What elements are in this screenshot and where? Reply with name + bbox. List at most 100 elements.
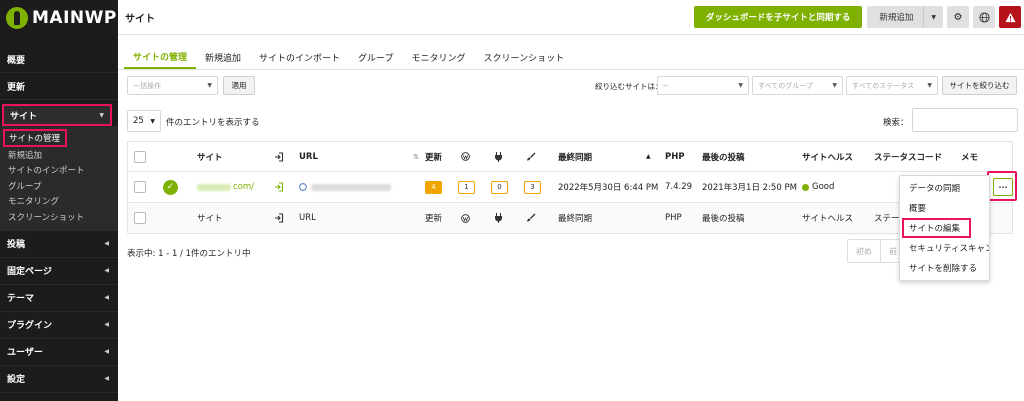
- row-actions-menu: データの同期 概要 サイトの編集 セキュリティスキャン サイトを削除する: [899, 175, 990, 281]
- submenu-monitoring[interactable]: モニタリング: [0, 194, 118, 210]
- sidebar-item-overview[interactable]: 概要: [0, 46, 118, 73]
- logo-text: MAINWP: [32, 8, 117, 28]
- site-health-value: Good: [812, 182, 835, 192]
- logo[interactable]: MAINWP: [0, 0, 118, 36]
- col-last-sync[interactable]: 最終同期: [558, 142, 592, 171]
- open-wp-admin-icon[interactable]: [274, 172, 284, 202]
- col-notes[interactable]: メモ: [961, 142, 978, 171]
- bulk-action-select[interactable]: 一括操作 ▼: [127, 76, 218, 95]
- tab-manage-sites[interactable]: サイトの管理: [124, 45, 197, 69]
- sidebar-item-label: 更新: [7, 82, 26, 93]
- select-all-checkbox[interactable]: [134, 150, 146, 163]
- col-url[interactable]: URL: [299, 142, 318, 171]
- menu-item-sync-data[interactable]: データの同期: [900, 178, 989, 198]
- add-new-button[interactable]: 新規追加 ▼: [867, 6, 943, 28]
- col-php-footer: PHP: [665, 213, 682, 223]
- bulk-action-placeholder: 一括操作: [133, 81, 161, 90]
- entries-info: 表示中: 1 - 1 / 1件のエントリ中: [127, 249, 251, 259]
- favicon-icon: [299, 183, 307, 191]
- entries-count-select[interactable]: 25 ▼: [127, 110, 161, 132]
- menu-item-overview[interactable]: 概要: [900, 198, 989, 218]
- topbar: サイト ダッシュボードを子サイトと同期する 新規追加 ▼ ⚙: [118, 0, 1024, 35]
- sidebar-item-plugins[interactable]: プラグイン ◀: [0, 312, 118, 339]
- sidebar-item-settings[interactable]: 設定 ◀: [0, 366, 118, 393]
- plug-icon: [494, 203, 503, 233]
- submenu-add-new[interactable]: 新規追加: [0, 147, 118, 163]
- sidebar-item-themes[interactable]: テーマ ◀: [0, 285, 118, 312]
- tab-add-new[interactable]: 新規追加: [196, 45, 250, 69]
- status-placeholder: すべてのステータス: [852, 81, 915, 90]
- col-status-code[interactable]: ステータスコード: [874, 142, 942, 171]
- groups-select[interactable]: すべてのグループ ▼: [752, 76, 843, 95]
- chevron-down-icon: ▼: [738, 82, 743, 89]
- updates-total-badge[interactable]: 4: [425, 180, 442, 194]
- sort-asc-icon[interactable]: ▲: [646, 142, 651, 171]
- sidebar-item-posts[interactable]: 投稿 ◀: [0, 231, 118, 258]
- table-row: ✓ com/ 4 1 0 3 2022年5月30日 6:44 PM 7.4.29…: [128, 172, 1013, 203]
- col-site[interactable]: サイト: [197, 142, 223, 171]
- submenu-groups[interactable]: グループ: [0, 178, 118, 194]
- check-icon: ✓: [163, 179, 178, 195]
- php-value: 7.4.29: [665, 182, 693, 192]
- table-footer: サイト URL 更新 最終同期 PHP 最後の投稿 サイトヘルス ステータスコー…: [128, 203, 1012, 233]
- col-php[interactable]: PHP: [665, 142, 685, 171]
- globe-icon[interactable]: [973, 6, 995, 28]
- sidebar: MAINWP 概要 更新 サイト ▼ サイトの管理 新規追加 サイトのインポート …: [0, 0, 118, 401]
- entries-bar: 25 ▼ 件のエントリを表示する 検索：: [118, 108, 1024, 132]
- menu-item-delete-site[interactable]: サイトを削除する: [900, 258, 989, 278]
- col-updates[interactable]: 更新: [425, 142, 442, 171]
- pager-first[interactable]: 初め: [848, 240, 881, 262]
- site-link[interactable]: com/: [197, 172, 254, 202]
- sidebar-item-pages[interactable]: 固定ページ ◀: [0, 258, 118, 285]
- site-url[interactable]: [299, 172, 391, 202]
- login-icon: [274, 142, 284, 171]
- submenu-manage-sites[interactable]: サイトの管理: [3, 129, 67, 147]
- col-site-health[interactable]: サイトヘルス: [802, 142, 853, 171]
- filter-sites-select[interactable]: -- ▼: [657, 76, 749, 95]
- theme-updates-badge[interactable]: 3: [524, 180, 541, 194]
- chevron-left-icon: ◀: [104, 240, 109, 247]
- menu-item-edit-site[interactable]: サイトの編集: [902, 218, 971, 238]
- apply-button[interactable]: 適用: [223, 76, 255, 95]
- sidebar-item-label: ユーザー: [7, 348, 43, 358]
- wp-updates-badge[interactable]: 1: [458, 180, 475, 194]
- sync-dashboard-button[interactable]: ダッシュボードを子サイトと同期する: [693, 6, 863, 28]
- tab-groups[interactable]: グループ: [349, 45, 402, 69]
- sidebar-item-updates[interactable]: 更新: [0, 73, 118, 100]
- sidebar-item-sites[interactable]: サイト ▼: [2, 104, 112, 126]
- wordpress-icon: [461, 142, 470, 171]
- select-all-checkbox-footer[interactable]: [134, 212, 146, 224]
- entries-count-value: 25: [133, 116, 144, 126]
- submenu-import-sites[interactable]: サイトのインポート: [0, 163, 118, 179]
- tabs: サイトの管理 新規追加 サイトのインポート グループ モニタリング スクリーンシ…: [118, 45, 1024, 70]
- chevron-down-icon: ▼: [207, 82, 212, 89]
- menu-item-security-scan[interactable]: セキュリティスキャン: [900, 238, 989, 258]
- gear-icon[interactable]: ⚙: [947, 6, 969, 28]
- col-site-health-footer: サイトヘルス: [802, 214, 854, 224]
- chevron-down-icon[interactable]: ▼: [923, 6, 943, 28]
- brush-icon: [526, 142, 536, 171]
- search-input[interactable]: [912, 108, 1018, 132]
- col-last-post-footer: 最後の投稿: [702, 214, 745, 224]
- chevron-left-icon: ◀: [104, 267, 109, 274]
- status-select[interactable]: すべてのステータス ▼: [846, 76, 938, 95]
- submenu-screenshots[interactable]: スクリーンショット: [0, 209, 118, 225]
- warning-icon[interactable]: [999, 6, 1021, 28]
- redacted-site-name: [197, 183, 231, 191]
- col-last-post[interactable]: 最後の投稿: [702, 142, 745, 171]
- health-dot-icon: [802, 183, 809, 191]
- sort-icon[interactable]: ⇅: [413, 153, 419, 161]
- tab-import-sites[interactable]: サイトのインポート: [250, 45, 349, 69]
- page-title: サイト: [125, 13, 155, 25]
- tab-screenshots[interactable]: スクリーンショット: [475, 45, 574, 69]
- filter-select-value: --: [663, 81, 669, 90]
- redacted-url: [311, 183, 391, 191]
- chevron-down-icon: ▼: [99, 111, 104, 119]
- plugin-updates-badge[interactable]: 0: [491, 180, 508, 194]
- sidebar-item-label: 固定ページ: [7, 267, 52, 277]
- col-url-footer: URL: [299, 213, 316, 223]
- row-checkbox[interactable]: [134, 181, 146, 193]
- tab-monitoring[interactable]: モニタリング: [403, 45, 475, 69]
- sidebar-item-users[interactable]: ユーザー ◀: [0, 339, 118, 366]
- filter-sites-button[interactable]: サイトを絞り込む: [942, 76, 1017, 95]
